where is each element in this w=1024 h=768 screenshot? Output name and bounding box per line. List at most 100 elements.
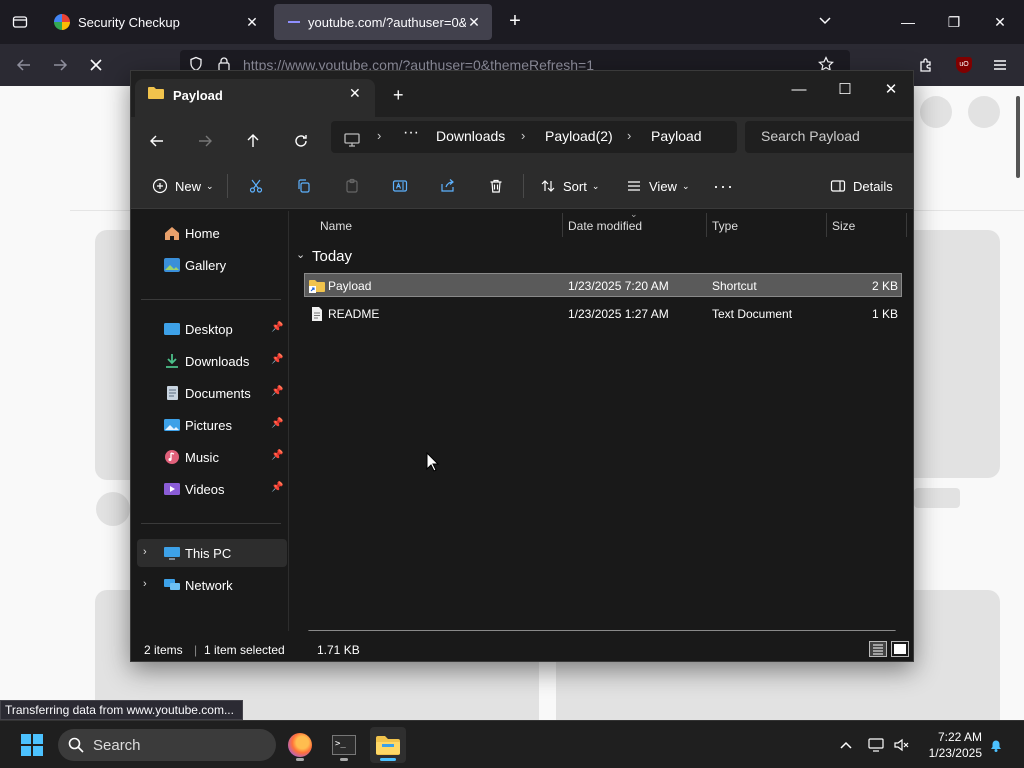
running-indicator (380, 758, 396, 761)
search-placeholder[interactable]: Search Payload (761, 128, 860, 144)
page-scrollbar[interactable] (1016, 96, 1020, 178)
minimize-button[interactable]: — (894, 8, 922, 36)
nav-item-music[interactable]: Music 📌 (137, 443, 287, 471)
pin-icon[interactable]: 📌 (271, 418, 283, 429)
file-row-payload[interactable]: Payload 1/23/2025 7:20 AM Shortcut 2 KB (304, 273, 902, 297)
copy-button[interactable] (293, 175, 315, 197)
close-tab-button[interactable]: ✕ (244, 14, 260, 31)
column-divider[interactable] (826, 213, 827, 237)
nav-item-this-pc[interactable]: › This PC (137, 539, 287, 567)
network-status-icon (868, 738, 884, 752)
column-divider[interactable] (706, 213, 707, 237)
pin-icon[interactable]: 📌 (271, 386, 283, 397)
pin-icon[interactable]: 📌 (271, 450, 283, 461)
sort-label: Sort (563, 178, 587, 194)
close-window-button[interactable]: ✕ (986, 8, 1014, 36)
file-list-pane: Name Date modified ⌄ Type Size ⌄ Today P… (290, 209, 913, 633)
volume-button[interactable] (892, 735, 912, 755)
back-button[interactable] (12, 53, 36, 77)
windows-start-icon[interactable] (20, 733, 44, 757)
music-icon (165, 450, 179, 464)
file-row-readme[interactable]: README 1/23/2025 1:27 AM Text Document 1… (304, 301, 902, 325)
breadcrumb-downloads[interactable]: Downloads (436, 128, 505, 144)
nav-item-pictures[interactable]: Pictures 📌 (137, 411, 287, 439)
restore-button[interactable]: ❐ (940, 8, 968, 36)
breadcrumb-payload[interactable]: Payload (651, 128, 702, 144)
up-button[interactable] (241, 129, 265, 153)
browser-tab-youtube[interactable]: youtube.com/?authuser=0&th ✕ (274, 4, 492, 40)
explorer-status-bar: 2 items | 1 item selected 1.71 KB (131, 631, 913, 661)
nav-item-desktop[interactable]: Desktop 📌 (137, 315, 287, 343)
nav-item-label: Downloads (185, 354, 250, 369)
new-explorer-tab-button[interactable]: + (393, 85, 404, 106)
back-button[interactable] (145, 129, 169, 153)
pictures-icon (164, 419, 180, 431)
firefox-view-icon (12, 16, 28, 28)
group-header-today[interactable]: Today (312, 248, 352, 265)
maximize-button[interactable]: ☐ (827, 75, 863, 103)
taskbar-search-placeholder[interactable]: Search (93, 737, 141, 754)
refresh-button[interactable] (289, 129, 313, 153)
network-status-button[interactable] (866, 735, 886, 755)
cut-button[interactable] (245, 175, 267, 197)
delete-button[interactable] (485, 175, 507, 197)
new-tab-button[interactable]: + (504, 10, 526, 32)
tiles-view-button[interactable] (891, 641, 909, 657)
extensions-button[interactable] (914, 53, 938, 77)
ublock-origin-button[interactable]: uO (952, 53, 976, 77)
nav-item-videos[interactable]: Videos 📌 (137, 475, 287, 503)
column-divider[interactable] (906, 213, 907, 237)
explorer-tab-payload[interactable] (135, 79, 375, 117)
chevron-down-icon[interactable]: ⌄ (296, 248, 305, 261)
ublock-shield-icon: uO (956, 57, 972, 73)
list-all-tabs-button[interactable] (814, 10, 836, 32)
chevron-right-icon[interactable]: › (143, 578, 147, 590)
column-divider[interactable] (562, 213, 563, 237)
clock-date: 1/23/2025 (928, 746, 982, 760)
new-button[interactable]: New ⌄ (149, 175, 214, 197)
more-locations-button[interactable]: ··· (403, 124, 419, 142)
sort-button[interactable]: Sort ⌄ (537, 175, 599, 197)
taskbar-file-explorer[interactable] (370, 727, 406, 763)
view-button[interactable]: View ⌄ (623, 175, 690, 197)
app-menu-button[interactable] (988, 53, 1012, 77)
forward-button[interactable] (48, 53, 72, 77)
minimize-button[interactable]: — (781, 75, 817, 103)
column-header-name[interactable]: Name (320, 219, 352, 233)
skeleton-avatar (96, 492, 130, 526)
taskbar-search-box[interactable] (58, 729, 276, 761)
column-header-type[interactable]: Type (712, 219, 738, 233)
close-window-button[interactable]: ✕ (873, 75, 909, 103)
stop-loading-button[interactable] (84, 53, 108, 77)
show-hidden-icons-button[interactable] (836, 735, 856, 755)
taskbar-firefox[interactable] (282, 727, 318, 763)
system-clock[interactable]: 7:22 AM 1/23/2025 (929, 729, 982, 761)
notifications-button[interactable] (986, 735, 1006, 755)
puzzle-icon (920, 58, 931, 72)
breadcrumb-payload-2[interactable]: Payload(2) (545, 128, 613, 144)
details-button[interactable]: Details (827, 175, 893, 197)
firefox-view-button[interactable] (0, 0, 40, 44)
share-button[interactable] (437, 175, 459, 197)
details-view-button[interactable] (869, 641, 887, 657)
pin-icon[interactable]: 📌 (271, 354, 283, 365)
see-more-button[interactable]: ··· (713, 175, 734, 197)
nav-item-network[interactable]: › Network (137, 571, 287, 599)
nav-item-downloads[interactable]: Downloads 📌 (137, 347, 287, 375)
close-tab-button[interactable]: ✕ (466, 14, 482, 31)
nav-item-home[interactable]: Home (137, 219, 287, 247)
close-tab-button[interactable]: ✕ (349, 85, 361, 102)
divider (141, 523, 281, 524)
nav-item-documents[interactable]: Documents 📌 (137, 379, 287, 407)
pin-icon[interactable]: 📌 (271, 322, 283, 333)
chevron-right-icon[interactable]: › (143, 546, 147, 558)
browser-tab-security-checkup[interactable]: Security Checkup ✕ (44, 4, 270, 40)
nav-item-gallery[interactable]: Gallery (137, 251, 287, 279)
taskbar-terminal[interactable]: >_ (326, 727, 362, 763)
rename-button[interactable] (389, 175, 411, 197)
column-header-date-modified[interactable]: Date modified (568, 219, 642, 233)
paste-button[interactable] (341, 175, 363, 197)
forward-button[interactable] (193, 129, 217, 153)
pin-icon[interactable]: 📌 (271, 482, 283, 493)
column-header-size[interactable]: Size (832, 219, 855, 233)
